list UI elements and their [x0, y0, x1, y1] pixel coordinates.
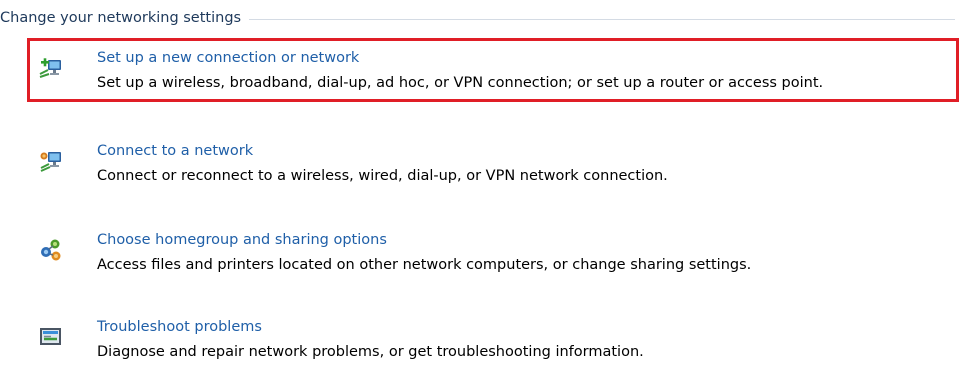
task-troubleshoot[interactable]: Troubleshoot problems Diagnose and repai… — [36, 319, 956, 367]
task-new-connection[interactable]: Set up a new connection or network Set u… — [36, 50, 956, 98]
task-link-troubleshoot[interactable]: Troubleshoot problems — [97, 319, 262, 335]
section-header: Change your networking settings — [0, 8, 955, 28]
task-homegroup[interactable]: Choose homegroup and sharing options Acc… — [36, 232, 956, 280]
task-desc-troubleshoot: Diagnose and repair network problems, or… — [97, 344, 644, 360]
task-link-homegroup[interactable]: Choose homegroup and sharing options — [97, 232, 387, 248]
task-desc-homegroup: Access files and printers located on oth… — [97, 257, 752, 273]
homegroup-icon — [39, 238, 63, 262]
connect-network-icon — [39, 149, 63, 173]
section-title: Change your networking settings — [0, 10, 242, 26]
task-connect-network[interactable]: Connect to a network Connect or reconnec… — [36, 143, 956, 191]
task-desc-new-connection: Set up a wireless, broadband, dial-up, a… — [97, 75, 824, 91]
task-link-new-connection[interactable]: Set up a new connection or network — [97, 50, 359, 66]
task-desc-connect-network: Connect or reconnect to a wireless, wire… — [97, 168, 668, 184]
section-divider — [249, 18, 955, 20]
troubleshoot-icon — [39, 325, 63, 349]
new-connection-icon — [39, 56, 63, 80]
task-link-connect-network[interactable]: Connect to a network — [97, 143, 253, 159]
